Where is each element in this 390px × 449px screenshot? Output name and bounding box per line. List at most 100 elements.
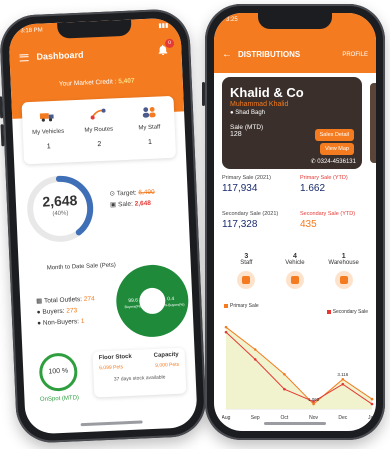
warehouse-item[interactable]: 1 Warehouse <box>324 253 364 303</box>
capacity-label: Capacity <box>153 351 179 359</box>
target-label: Target: <box>116 189 137 198</box>
x-tick-label: Nov <box>309 415 318 421</box>
mtd-percent: (40%) <box>52 210 69 218</box>
floor-stock-value: 6,099 Pets <box>99 364 124 372</box>
mtd-value: 2,648 <box>41 192 78 210</box>
sale-box-value: 1.662 <box>300 183 326 194</box>
distributions-screen: 3:25 ← DISTRIBUTIONS PROFILE Khalid & Co… <box>214 13 376 431</box>
battery-icon: ▮▮▮ <box>158 22 169 30</box>
outlet-label: Total Outlets: <box>43 295 83 305</box>
my-staff-item[interactable]: My Staff 1 <box>128 104 170 160</box>
buyers-pct: 99.6 <box>128 298 138 304</box>
sale-box: Secondary Sale (YTD) 435 <box>300 211 372 245</box>
quick-label: My Routes <box>84 126 114 134</box>
sale-icon: ▣ <box>109 201 117 209</box>
home-indicator <box>264 422 326 425</box>
home-indicator <box>80 420 143 427</box>
data-point <box>283 387 286 391</box>
outlet-label: Buyers: <box>42 307 65 316</box>
dashboard-phone: 3:18 PM ▮▮▮ Dashboard 0 Your Market Cred… <box>0 8 208 444</box>
resource-count: 4 <box>293 253 297 260</box>
data-point <box>253 348 257 351</box>
onspot-label: OnSpot (MTD) <box>39 395 80 403</box>
staff-icon <box>237 271 256 289</box>
sale-box-value: 117,934 <box>222 183 258 194</box>
sale-box: Primary Sale (YTD) 1.662 <box>300 175 372 209</box>
resources-row: 3 Staff 4 Vehicle 1 Warehouse <box>222 253 368 303</box>
quick-links-card: My Vehicles 1 My Routes 2 My Staff 1 <box>21 95 177 165</box>
outlets-icon: ▦ <box>36 297 43 305</box>
shop-phone: 0324-4536131 <box>317 159 356 165</box>
data-point <box>312 402 315 406</box>
sale-box-label: Secondary Sale (YTD) <box>300 211 356 217</box>
credit-value: 5,407 <box>118 77 135 86</box>
back-arrow-icon[interactable]: ← <box>222 49 232 60</box>
page-title: DISTRIBUTIONS <box>238 50 301 59</box>
sales-grid: Primary Sale (2021) 117,934 Primary Sale… <box>222 175 370 247</box>
data-label: 3.116 <box>337 372 348 377</box>
x-tick-label: Aug <box>222 415 231 421</box>
non-buyers-icon: ● <box>37 319 42 327</box>
data-point <box>341 382 345 386</box>
data-point <box>253 358 257 361</box>
onspot-widget: 100 % OnSpot (MTD) <box>35 352 83 403</box>
sale-box-label: Secondary Sale (2021) <box>222 211 279 217</box>
distributions-phone: 3:25 ← DISTRIBUTIONS PROFILE Khalid & Co… <box>202 4 385 440</box>
x-tick-label: Dec <box>338 415 347 421</box>
warehouse-icon <box>334 271 353 289</box>
view-map-button[interactable]: View Map <box>319 143 354 155</box>
dashboard-screen: 3:18 PM ▮▮▮ Dashboard 0 Your Market Cred… <box>8 17 198 435</box>
data-point <box>224 330 228 334</box>
outlet-value: 274 <box>83 295 95 303</box>
target-icon: ⊙ <box>109 190 116 198</box>
page-title: Dashboard <box>36 49 84 62</box>
x-tick-label: Jan <box>368 415 376 421</box>
truck-icon <box>40 113 54 122</box>
my-routes-item[interactable]: My Routes 2 <box>78 106 120 162</box>
sale-label: Sale: <box>117 200 134 209</box>
buyers-pie: 99.6 Buyers(Fill) 0.4 N-Buyers(%) <box>116 264 189 337</box>
shop-name: Khalid & Co <box>230 85 304 100</box>
profile-link[interactable]: PROFILE <box>342 52 368 58</box>
staff-icon <box>142 106 156 118</box>
data-point <box>224 325 228 329</box>
sales-line-chart: Primary Sale Secondary Sale Aug Sep Oct Nov… <box>218 303 376 423</box>
vehicle-item[interactable]: 4 Vehicle <box>275 253 315 303</box>
target-sale-summary: ⊙ Target: 6,490 ▣ Sale: 2,648 <box>109 187 155 211</box>
status-time: 3:25 <box>226 17 238 23</box>
capacity-value: 9,000 Pets <box>155 361 180 369</box>
data-point <box>283 372 286 376</box>
legend-primary: Primary Sale <box>224 303 259 309</box>
owner-name: Muhammad Khalid <box>230 101 289 108</box>
outlets-summary: ▦ Total Outlets: 274 ● Buyers: 273 ● Non… <box>36 293 96 329</box>
market-credit: Your Market Credit : 5,407 <box>11 75 183 89</box>
notification-bell[interactable]: 0 <box>156 38 175 57</box>
menu-icon[interactable] <box>19 53 29 61</box>
sale-value: 2,648 <box>134 199 152 208</box>
quick-label: My Staff <box>138 124 161 132</box>
notch <box>57 19 132 39</box>
notification-count: 0 <box>164 38 175 49</box>
data-point <box>370 402 374 406</box>
sale-box-value: 435 <box>300 219 317 230</box>
outlet-label: Non-Buyers: <box>42 318 80 327</box>
quick-count: 2 <box>97 140 102 149</box>
sales-detail-button[interactable]: Sales Detail <box>314 129 354 141</box>
my-vehicles-item[interactable]: My Vehicles 1 <box>27 108 69 164</box>
location-pin-icon: ● <box>230 110 234 116</box>
data-label: 1.062 <box>308 397 320 402</box>
quick-count: 1 <box>147 138 153 146</box>
quick-label: My Vehicles <box>32 128 65 136</box>
sale-box-value: 117,328 <box>222 219 258 230</box>
buyers-pct-label: Buyers(Fill) <box>124 304 142 309</box>
quick-count: 1 <box>46 143 51 151</box>
data-point <box>341 377 345 381</box>
sale-box: Primary Sale (2021) 117,934 <box>222 175 294 209</box>
staff-item[interactable]: 3 Staff <box>226 253 266 303</box>
shop-card: Khalid & Co Muhammad Khalid ● Shad Bagh … <box>222 77 362 169</box>
phone-icon: ✆ <box>310 159 316 165</box>
resource-label: Staff <box>240 260 253 266</box>
sale-box: Secondary Sale (2021) 117,328 <box>222 211 294 245</box>
buyers-pie-chart: 99.6 Buyers(Fill) 0.4 N-Buyers(%) <box>111 259 194 342</box>
next-card-peek <box>370 83 376 163</box>
